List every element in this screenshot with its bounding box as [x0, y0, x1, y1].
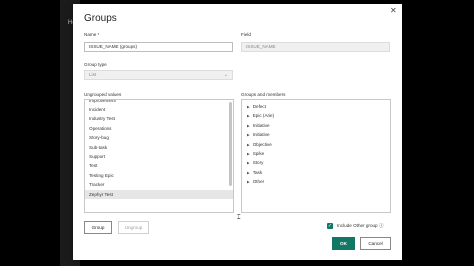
- group-item[interactable]: ▶ Defect: [242, 102, 390, 111]
- cancel-button[interactable]: Cancel: [360, 237, 391, 250]
- dialog-title: Groups: [84, 13, 117, 24]
- group-name: Story: [252, 160, 264, 166]
- group-item[interactable]: ▶ Other: [242, 177, 390, 186]
- list-item[interactable]: Story-bug: [85, 133, 233, 142]
- group-name: Objective: [252, 141, 272, 147]
- scrollbar[interactable]: [229, 102, 232, 186]
- expand-icon[interactable]: ▶: [247, 105, 250, 109]
- ok-button[interactable]: OK: [332, 237, 355, 250]
- group-name: Other: [252, 179, 265, 185]
- list-item[interactable]: Support: [85, 152, 233, 161]
- include-other-label: Include Other group ⓘ: [337, 223, 384, 229]
- expand-icon[interactable]: ▶: [247, 171, 250, 175]
- expand-icon[interactable]: ▶: [247, 143, 250, 147]
- group-name: Initiative: [252, 122, 270, 128]
- groups-list: ▶ Defect ▶ Epic (Arie) ▶ Initiative ▶ Initiativ…: [241, 99, 391, 213]
- mouse-cursor-icon: ⌶: [237, 215, 241, 221]
- groups-label: Groups and members: [241, 92, 286, 97]
- chevron-down-icon: ⌄: [223, 72, 228, 78]
- group-type-label: Group type: [84, 62, 107, 67]
- group-name: Defect: [252, 104, 266, 109]
- field-label: Field: [241, 32, 251, 37]
- list-item[interactable]: Testing Epic: [85, 171, 233, 180]
- list-item[interactable]: Incident: [85, 105, 233, 114]
- group-item[interactable]: ▶ Initiative: [242, 121, 390, 130]
- group-type-select: List ⌄: [84, 70, 233, 80]
- expand-icon[interactable]: ▶: [247, 161, 250, 165]
- group-item[interactable]: ▶ Story: [242, 158, 390, 167]
- ungrouped-label: Ungrouped values: [84, 92, 122, 97]
- group-name: Spike: [252, 150, 265, 156]
- include-other-text: Include Other group: [337, 223, 378, 228]
- info-icon[interactable]: ⓘ: [379, 223, 384, 228]
- group-item[interactable]: ▶ Epic (Arie): [242, 111, 390, 120]
- list-item[interactable]: Sub-task: [85, 143, 233, 152]
- include-other-checkbox[interactable]: ✓: [327, 223, 333, 229]
- ungrouped-list[interactable]: Improvement Incident Industry Test Operati…: [84, 99, 234, 213]
- group-type-value: List: [89, 72, 97, 77]
- expand-icon[interactable]: ▶: [247, 133, 250, 137]
- group-item[interactable]: ▶ Spike: [242, 149, 390, 158]
- close-icon[interactable]: ✕: [390, 6, 397, 15]
- group-item[interactable]: ▶ Task: [242, 168, 390, 177]
- group-button[interactable]: Group: [84, 221, 112, 234]
- group-name: Epic (Arie): [252, 113, 275, 119]
- group-name: Initiative: [252, 132, 270, 138]
- list-item[interactable]: Test: [85, 161, 233, 170]
- list-item[interactable]: Industry Test: [85, 114, 233, 123]
- ungroup-button: Ungroup: [118, 221, 149, 234]
- field-input: ISSUE_NAME: [241, 42, 390, 52]
- expand-icon[interactable]: ▶: [247, 114, 250, 118]
- group-item[interactable]: ▶ Initiative: [242, 130, 390, 139]
- expand-icon[interactable]: ▶: [247, 124, 250, 128]
- name-label: Name *: [84, 32, 100, 37]
- list-item[interactable]: Tracker: [85, 180, 233, 189]
- expand-icon[interactable]: ▶: [247, 180, 250, 184]
- name-input[interactable]: ISSUE_NAME (groups): [84, 42, 233, 52]
- expand-icon[interactable]: ▶: [247, 152, 250, 156]
- group-item[interactable]: ▶ Objective: [242, 140, 390, 149]
- list-item[interactable]: Operations: [85, 124, 233, 133]
- list-item[interactable]: Zephyr Test: [85, 189, 233, 199]
- group-name: Task: [252, 169, 263, 175]
